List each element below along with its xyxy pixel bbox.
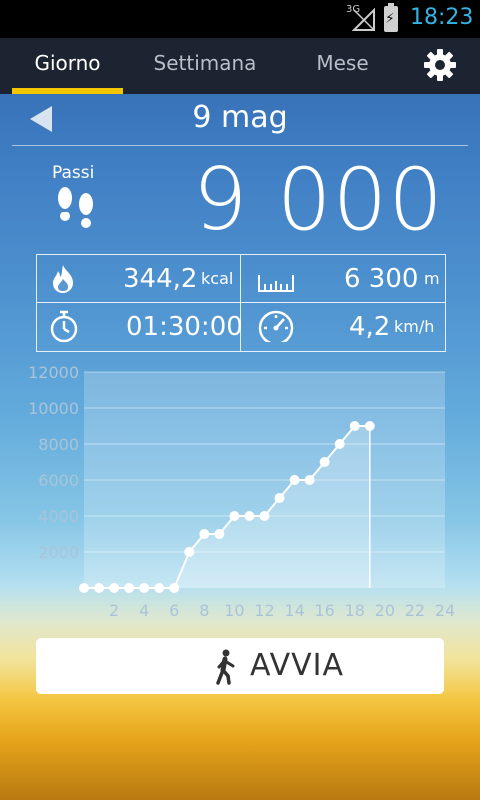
- x-tick-label: 8: [199, 601, 209, 620]
- x-tick-label: 4: [139, 601, 149, 620]
- distance-unit: m: [424, 269, 440, 288]
- status-bar: 3G ⚡ 18:23: [0, 0, 480, 38]
- tab-giorno[interactable]: Giorno: [12, 38, 123, 94]
- x-tick-label: 20: [375, 601, 395, 620]
- data-point: [169, 583, 180, 593]
- tab-mese[interactable]: Mese: [300, 38, 385, 94]
- data-point: [214, 529, 225, 539]
- footprints-icon: [58, 187, 93, 228]
- speed-unit: km/h: [394, 317, 435, 336]
- data-point: [319, 457, 330, 467]
- grid-divider-horizontal: [37, 302, 445, 303]
- battery-icon: ⚡: [384, 3, 398, 32]
- x-tick-label: 12: [254, 601, 274, 620]
- y-tick-label: 4000: [38, 507, 79, 526]
- data-point: [259, 511, 270, 521]
- data-point: [274, 493, 285, 503]
- y-tick-label: 10000: [28, 399, 79, 418]
- start-button-label: AVVIA: [250, 648, 345, 683]
- calories-unit: kcal: [201, 269, 234, 288]
- y-tick-label: 6000: [38, 471, 79, 490]
- stopwatch-icon: [50, 310, 78, 343]
- calories-value: 344,2: [123, 264, 198, 294]
- data-point: [154, 583, 165, 593]
- flame-icon: [53, 265, 73, 293]
- data-point: [229, 511, 240, 521]
- divider: [12, 145, 468, 146]
- data-point: [94, 583, 105, 593]
- date-label: 9 mag: [192, 100, 288, 135]
- data-point: [199, 529, 210, 539]
- x-tick-label: 24: [435, 601, 455, 620]
- y-tick-label: 8000: [38, 435, 79, 454]
- ruler-icon: [258, 275, 294, 292]
- data-point: [349, 421, 360, 431]
- walking-person-icon: [216, 649, 235, 685]
- signal-icon: [352, 8, 375, 31]
- x-tick-label: 16: [314, 601, 334, 620]
- steps-chart: 20004000600080001000012000 2 4 6 8 10 12 14 16 1…: [28, 363, 455, 620]
- data-point: [289, 475, 300, 485]
- y-tick-label: 12000: [28, 363, 79, 382]
- x-tick-label: 10: [224, 601, 244, 620]
- steps-count: 9 000: [192, 150, 444, 250]
- steps-label: Passi: [52, 163, 95, 183]
- data-point: [184, 547, 195, 557]
- data-point: [124, 583, 135, 593]
- x-tick-label: 22: [405, 601, 425, 620]
- duration-value: 01:30:00: [126, 312, 243, 342]
- data-point: [364, 421, 375, 431]
- x-tick-label: 2: [109, 601, 119, 620]
- x-tick-label: 14: [284, 601, 304, 620]
- speedometer-icon: [258, 310, 294, 342]
- stats-grid: 344,2 kcal 6 300 m 01:30:00 4,2 km/h: [36, 254, 446, 352]
- distance-value: 6 300: [344, 264, 419, 294]
- data-point: [109, 583, 120, 593]
- clock: 18:23: [410, 5, 474, 30]
- x-tick-label: 6: [169, 601, 179, 620]
- start-button[interactable]: AVVIA: [36, 638, 444, 694]
- tab-settimana[interactable]: Settimana: [140, 38, 270, 94]
- y-tick-label: 2000: [38, 543, 79, 562]
- data-point: [139, 583, 150, 593]
- speed-value: 4,2: [349, 312, 391, 342]
- x-tick-label: 18: [345, 601, 365, 620]
- gear-icon[interactable]: [420, 45, 460, 85]
- data-point: [244, 511, 255, 521]
- data-point: [334, 439, 345, 449]
- data-point: [79, 583, 89, 593]
- tab-bar: Giorno Settimana Mese: [0, 38, 480, 94]
- data-point: [304, 475, 315, 485]
